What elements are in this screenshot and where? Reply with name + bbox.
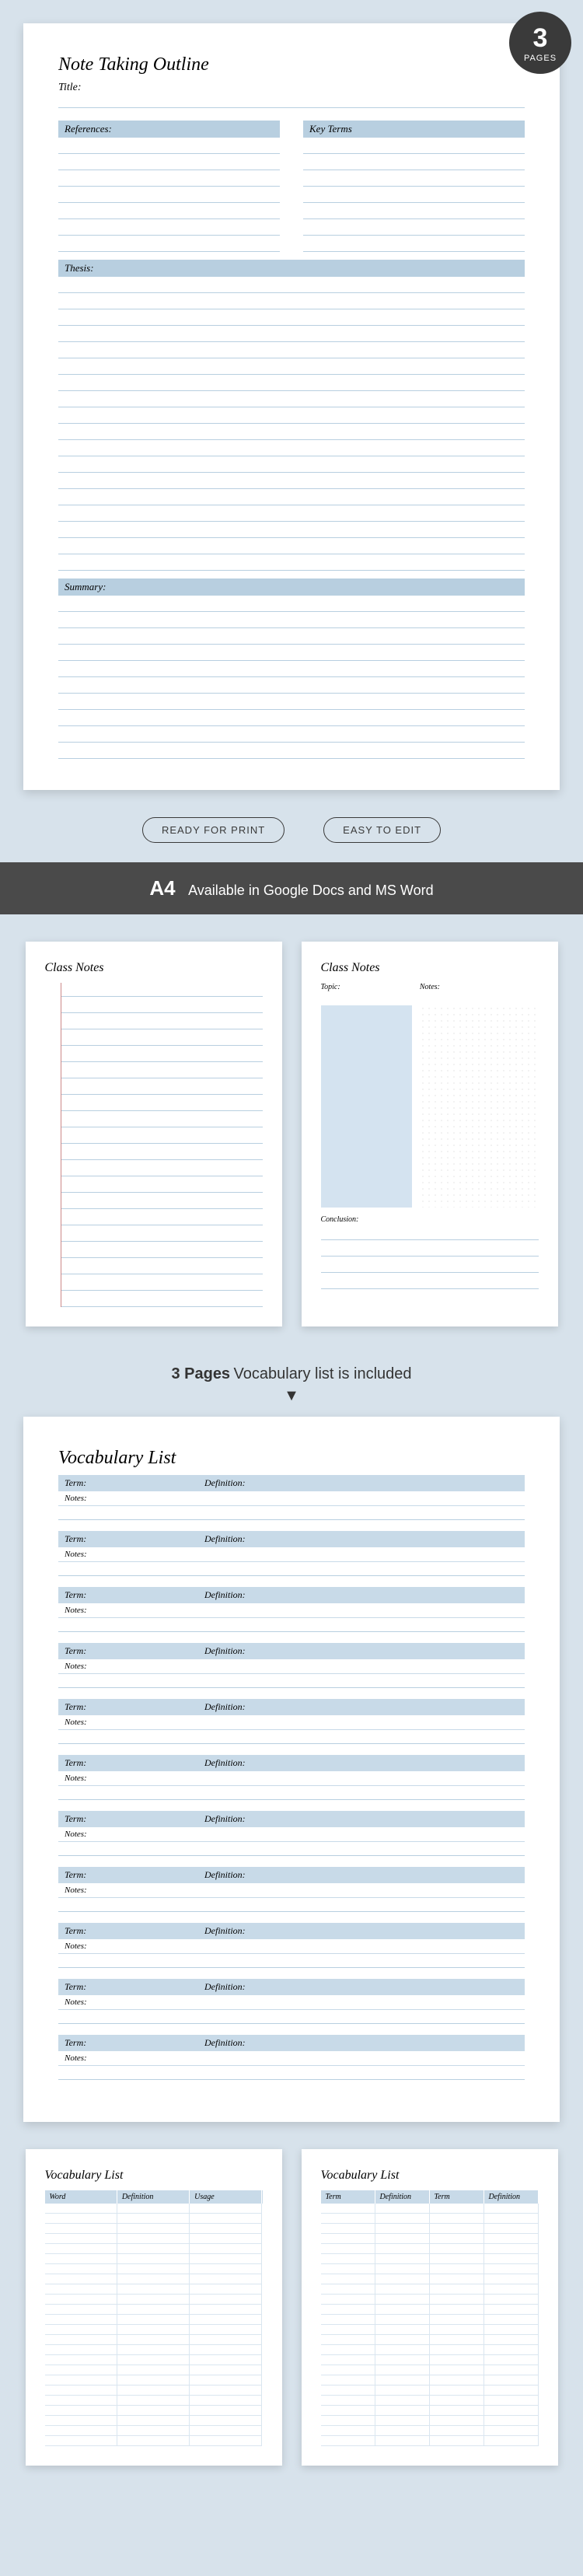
class-notes-thumbs: Class Notes Class Notes Topic: Notes: Co… — [0, 914, 583, 1354]
title-line — [58, 94, 525, 108]
pages-badge: 3 PAGES — [509, 12, 571, 74]
notes-label: Notes: — [58, 1827, 198, 1842]
notes-label: Notes: — [58, 1603, 198, 1618]
page-note-outline: 3 PAGES Note Taking Outline Title: Refer… — [23, 23, 560, 790]
notes-label: Notes: — [58, 1491, 198, 1506]
arrow-down-icon: ▼ — [0, 1387, 583, 1417]
vocab-row: Term:Definition:Notes: — [58, 1923, 525, 1968]
thumb2-dotted — [420, 1005, 539, 1208]
thumb2-title: Class Notes — [321, 961, 539, 975]
thumb2-topic-box — [321, 1005, 412, 1208]
notes-label: Notes: — [58, 1939, 198, 1954]
vocab-row: Term:Definition:Notes: — [58, 1643, 525, 1688]
def-label: Definition: — [198, 1531, 525, 1547]
mid-reg: Vocabulary list is included — [234, 1365, 412, 1382]
thesis-lines — [58, 279, 525, 571]
def-label: Definition: — [198, 1979, 525, 1995]
vocab-row: Term:Definition:Notes: — [58, 1867, 525, 1912]
title-label: Title: — [58, 82, 525, 94]
term-label: Term: — [58, 1587, 198, 1603]
term-label: Term: — [58, 1811, 198, 1827]
badge-number: 3 — [533, 23, 548, 54]
vthumb1-title: Vocabulary List — [45, 2169, 263, 2183]
thesis-header: Thesis: — [58, 260, 525, 277]
feature-pills: READY FOR PRINT EASY TO EDIT — [0, 790, 583, 862]
summary-header: Summary: — [58, 578, 525, 596]
notes-label: Notes: — [58, 2051, 198, 2066]
format-size: A4 — [149, 876, 175, 900]
def-label: Definition: — [198, 1755, 525, 1771]
term-label: Term: — [58, 1643, 198, 1659]
thumb2-topic: Topic: — [321, 983, 412, 991]
mid-bold: 3 Pages — [171, 1365, 230, 1382]
keyterms-header: Key Terms — [303, 121, 525, 138]
pill-edit: EASY TO EDIT — [323, 817, 441, 843]
keyterms-lines — [303, 140, 525, 252]
thumb2-notes: Notes: — [420, 983, 539, 991]
mid-text: 3 Pages Vocabulary list is included — [0, 1354, 583, 1387]
def-label: Definition: — [198, 1923, 525, 1939]
pill-print: READY FOR PRINT — [142, 817, 285, 843]
thumb1-lines — [61, 983, 263, 1307]
def-label: Definition: — [198, 1699, 525, 1715]
page-title: Note Taking Outline — [58, 54, 525, 75]
def-label: Definition: — [198, 1867, 525, 1883]
vthumb2-title: Vocabulary List — [321, 2169, 539, 2183]
thumb2-concl: Conclusion: — [321, 1215, 539, 1224]
vocab-row: Term:Definition:Notes: — [58, 1587, 525, 1632]
notes-label: Notes: — [58, 1547, 198, 1562]
term-label: Term: — [58, 2035, 198, 2051]
vocab-row: Term:Definition:Notes: — [58, 1979, 525, 2024]
def-label: Definition: — [198, 1643, 525, 1659]
term-label: Term: — [58, 1475, 198, 1491]
vthumb2-col1: Term — [321, 2190, 375, 2204]
notes-label: Notes: — [58, 1715, 198, 1730]
vthumb1-col1: Word — [45, 2190, 117, 2204]
vocab-row: Term:Definition:Notes: — [58, 1811, 525, 1856]
vocab-thumbs: Vocabulary List Word Definition Usage Vo… — [0, 2122, 583, 2493]
vocab-row: Term:Definition:Notes: — [58, 1699, 525, 1744]
def-label: Definition: — [198, 1811, 525, 1827]
format-apps: Available in Google Docs and MS Word — [188, 883, 434, 898]
vthumb1-col2: Definition — [117, 2190, 190, 2204]
def-label: Definition: — [198, 1587, 525, 1603]
badge-text: PAGES — [524, 54, 557, 63]
term-label: Term: — [58, 1699, 198, 1715]
references-header: References: — [58, 121, 280, 138]
notes-label: Notes: — [58, 1883, 198, 1898]
vthumb1-col3: Usage — [190, 2190, 262, 2204]
vocab-row: Term:Definition:Notes: — [58, 2035, 525, 2080]
page-vocab: Vocabulary List Term:Definition:Notes:Te… — [23, 1417, 560, 2122]
vocab-row: Term:Definition:Notes: — [58, 1475, 525, 1520]
thumb-classnotes-1: Class Notes — [26, 942, 282, 1326]
vthumb2-col3: Term — [430, 2190, 484, 2204]
term-label: Term: — [58, 1979, 198, 1995]
vocab-row: Term:Definition:Notes: — [58, 1755, 525, 1800]
notes-label: Notes: — [58, 1995, 198, 2010]
term-label: Term: — [58, 1755, 198, 1771]
def-label: Definition: — [198, 1475, 525, 1491]
term-label: Term: — [58, 1531, 198, 1547]
references-lines — [58, 140, 280, 252]
vthumb2-col4: Definition — [484, 2190, 539, 2204]
thumb1-title: Class Notes — [45, 961, 263, 975]
thumb-vocab-1: Vocabulary List Word Definition Usage — [26, 2149, 282, 2466]
vocab-row: Term:Definition:Notes: — [58, 1531, 525, 1576]
format-bar: A4 Available in Google Docs and MS Word — [0, 862, 583, 914]
notes-label: Notes: — [58, 1771, 198, 1786]
vocab-title: Vocabulary List — [58, 1448, 525, 1469]
def-label: Definition: — [198, 2035, 525, 2051]
term-label: Term: — [58, 1867, 198, 1883]
summary-lines — [58, 598, 525, 759]
term-label: Term: — [58, 1923, 198, 1939]
vthumb2-col2: Definition — [375, 2190, 430, 2204]
thumb-vocab-2: Vocabulary List Term Definition Term Def… — [302, 2149, 558, 2466]
thumb-classnotes-2: Class Notes Topic: Notes: Conclusion: — [302, 942, 558, 1326]
thumb2-concl-lines — [321, 1226, 539, 1289]
notes-label: Notes: — [58, 1659, 198, 1674]
